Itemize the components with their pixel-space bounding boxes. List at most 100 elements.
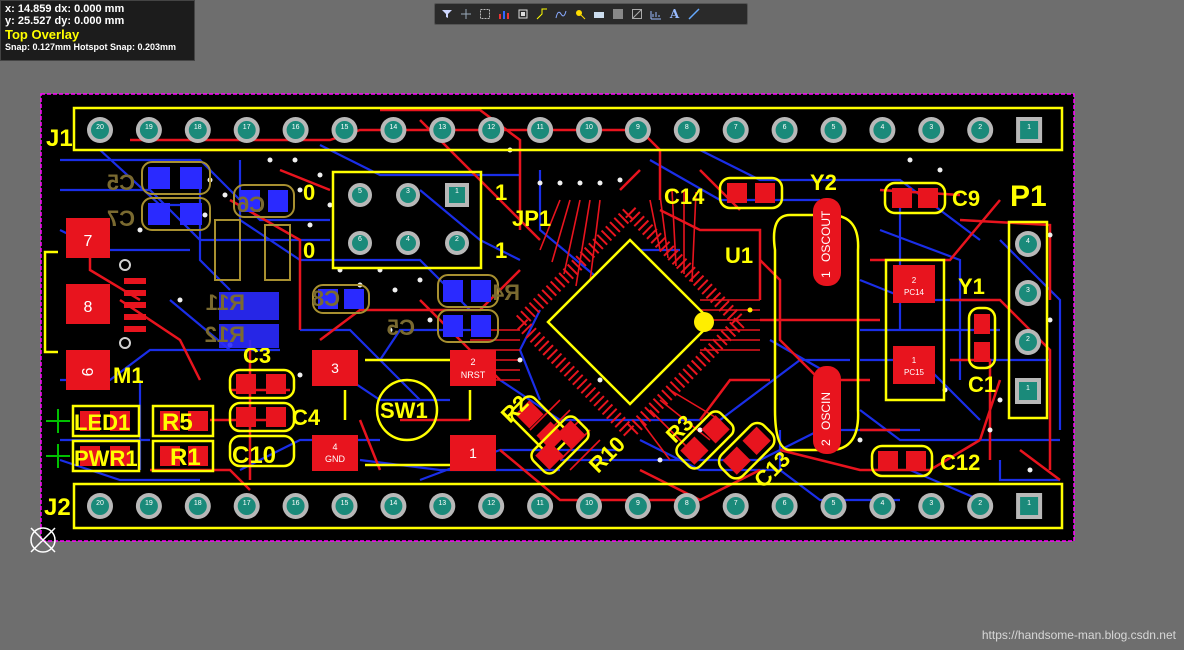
j2-pin-number: 20 [96, 500, 104, 507]
c7-designator: C7 [107, 206, 135, 231]
led1-designator: LED1 [74, 410, 130, 435]
svg-text:1: 1 [469, 445, 477, 461]
p1-pin-number: 4 [1026, 238, 1030, 245]
c12-designator: C12 [940, 450, 980, 475]
p1-pin-number: 3 [1026, 287, 1030, 294]
y2-designator: Y2 [810, 170, 837, 195]
svg-text:9: 9 [78, 368, 95, 377]
j1-pin-number: 1 [1027, 124, 1031, 131]
pwr1-designator: PWR1 [74, 446, 138, 471]
c8-designator: C8 [312, 286, 340, 311]
r4-designator: R4 [491, 280, 520, 305]
svg-text:2: 2 [819, 439, 833, 446]
c14-designator: C14 [664, 184, 705, 209]
j2-pin-number: 15 [341, 500, 349, 507]
jp1-label-0a: 0 [303, 180, 315, 205]
c5-designator: C5 [107, 170, 135, 195]
j2-pin-number: 18 [194, 500, 202, 507]
j1-pin-number: 9 [636, 124, 640, 131]
j2-pin-number: 14 [390, 500, 398, 507]
j2-designator: J2 [44, 494, 71, 521]
c6-designator: C6 [237, 192, 265, 217]
r5-designator: R5 [162, 409, 193, 436]
j1-pin-number: 4 [880, 124, 884, 131]
svg-text:3: 3 [406, 188, 410, 195]
jp1-label-1a: 1 [495, 180, 507, 205]
j1-pin-number: 11 [536, 124, 543, 131]
svg-text:OSCIN: OSCIN [819, 392, 833, 430]
svg-text:4: 4 [406, 236, 410, 243]
j1-pin-number: 12 [487, 124, 495, 131]
cs-designator: C5 [387, 315, 415, 340]
j1-pin-number: 3 [929, 124, 933, 131]
c10-designator: C10 [232, 442, 276, 469]
j1-pin-number: 17 [243, 124, 251, 131]
j2-pin-number: 17 [243, 500, 251, 507]
j1-pin-number: 18 [194, 124, 202, 131]
j2-pin-number: 10 [585, 500, 593, 507]
j1-pin-number: 6 [783, 124, 787, 131]
j1-pin-number: 19 [145, 124, 153, 131]
svg-text:8: 8 [84, 299, 93, 316]
j1-pin-number: 13 [438, 124, 446, 131]
j2-pin-number: 11 [536, 500, 543, 507]
r1-designator: R1 [170, 444, 201, 471]
p1-pin-number: 2 [1026, 336, 1030, 343]
c1-designator: C1 [968, 372, 996, 397]
j1-pin-number: 5 [832, 124, 836, 131]
j2-pin-number: 6 [783, 500, 787, 507]
svg-text:NRST: NRST [461, 370, 486, 380]
svg-text:OSCOUT: OSCOUT [819, 210, 833, 262]
svg-text:3: 3 [331, 360, 339, 376]
p1-pin-number: 1 [1026, 385, 1030, 392]
y1-designator: Y1 [958, 274, 985, 299]
j1-pin-number: 15 [341, 124, 349, 131]
r11-designator: R11 [206, 290, 245, 315]
sw1-designator: SW1 [380, 398, 428, 423]
jp1-label-1b: 1 [495, 238, 507, 263]
j1-pin-number: 10 [585, 124, 593, 131]
svg-text:2: 2 [912, 276, 917, 285]
svg-text:GND: GND [325, 454, 346, 464]
j2-pin-number: 7 [734, 500, 738, 507]
svg-text:1: 1 [819, 271, 833, 278]
j1-pin-number: 20 [96, 124, 104, 131]
j2-pin-number: 4 [880, 500, 884, 507]
j2-pin-number: 2 [978, 500, 982, 507]
j1-pin-number: 14 [390, 124, 398, 131]
svg-text:PC15: PC15 [904, 368, 925, 377]
m1-designator: M1 [113, 363, 144, 388]
svg-text:PC14: PC14 [904, 288, 925, 297]
j1-pin-number: 16 [292, 124, 300, 131]
j2-pin-number: 19 [145, 500, 153, 507]
u1-designator: U1 [725, 243, 753, 268]
j2-pin-number: 8 [685, 500, 689, 507]
j1-pin-number: 8 [685, 124, 689, 131]
j1-pin-number: 2 [978, 124, 982, 131]
j2-pin-number: 3 [929, 500, 933, 507]
j1-pin-number: 7 [734, 124, 738, 131]
j2-pin-number: 5 [832, 500, 836, 507]
jp1-designator: JP1 [512, 206, 551, 231]
j1-designator: J1 [46, 125, 73, 152]
svg-text:1: 1 [455, 188, 459, 195]
svg-text:7: 7 [84, 233, 93, 250]
c9-designator: C9 [952, 186, 980, 211]
c4-designator: C4 [292, 405, 321, 430]
j2-pin-number: 16 [292, 500, 300, 507]
j2-pin-number: 13 [438, 500, 446, 507]
p1-designator: P1 [1010, 180, 1047, 213]
svg-text:2: 2 [455, 236, 459, 243]
j2-pin-number: 12 [487, 500, 495, 507]
jp1-label-0b: 0 [303, 238, 315, 263]
svg-text:4: 4 [332, 442, 337, 452]
pcb-canvas[interactable]: .silk{fill:none;stroke:#ffff00;stroke-wi… [0, 0, 1184, 650]
svg-text:2: 2 [470, 357, 475, 367]
svg-text:1: 1 [912, 356, 917, 365]
j2-pin-number: 9 [636, 500, 640, 507]
svg-text:6: 6 [358, 236, 362, 243]
svg-text:5: 5 [358, 188, 362, 195]
r12-designator: R12 [205, 322, 245, 347]
watermark-text: https://handsome-man.blog.csdn.net [981, 628, 1176, 642]
j2-pin-number: 1 [1027, 500, 1031, 507]
